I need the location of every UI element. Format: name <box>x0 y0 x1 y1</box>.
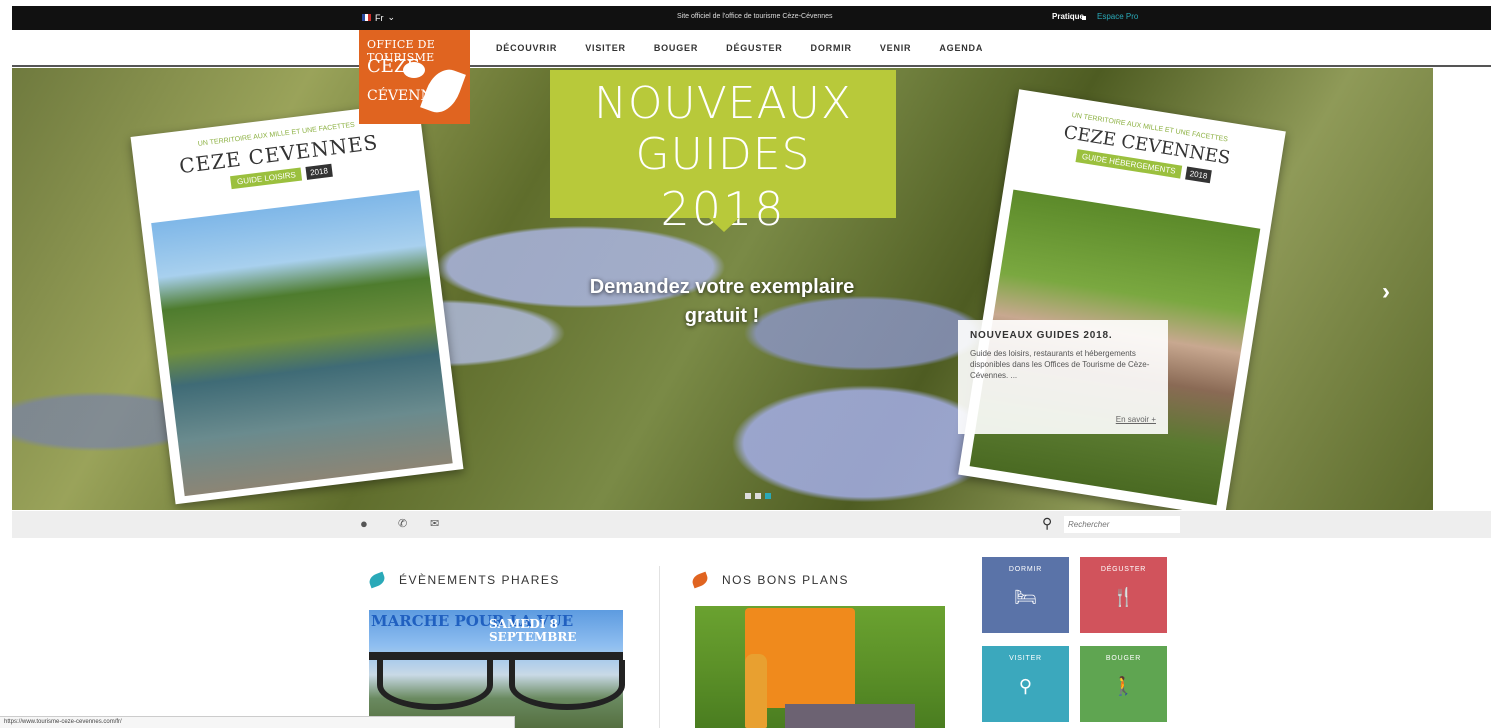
slider-dot-2[interactable] <box>755 493 761 499</box>
guide-right-year: 2018 <box>1184 166 1213 184</box>
tile-visiter-label: VISITER <box>1009 655 1042 662</box>
fish-logo-icon <box>403 62 425 78</box>
glasses-illustration <box>369 652 625 710</box>
teal-leaf-icon <box>367 571 387 589</box>
event-card-date: SAMEDI 8 SEPTEMBRE <box>489 617 577 645</box>
guide-right-header: UN TERRITOIRE AUX MILLE ET UNE FACETTES … <box>1019 105 1274 193</box>
hero-subtitle: Demandez votre exemplaire gratuit ! <box>552 273 892 331</box>
hero-subtitle-line-1: Demandez votre exemplaire <box>589 276 855 298</box>
nav-item-visiter[interactable]: VISITER <box>585 43 626 53</box>
nav-item-venir[interactable]: VENIR <box>880 43 912 53</box>
deals-section-title: NOS BONS PLANS <box>690 571 850 589</box>
pratique-link[interactable]: Pratique <box>1052 12 1084 21</box>
chevron-down-icon: ⌄ <box>387 12 396 22</box>
tile-deguster[interactable]: DÉGUSTER 🍴 <box>1080 557 1167 633</box>
separator-dot <box>1082 16 1086 20</box>
tile-bouger-label: BOUGER <box>1105 655 1142 662</box>
tile-bouger[interactable]: BOUGER 🚶 <box>1080 646 1167 722</box>
language-label: Fr <box>375 12 384 23</box>
nav-item-bouger[interactable]: BOUGER <box>654 43 698 53</box>
guide-left-tag: GUIDE LOISIRS <box>230 167 303 190</box>
nav-item-dormir[interactable]: DORMIR <box>811 43 852 53</box>
site-logo[interactable]: OFFICE DE TOURISME CÈZE CÉVENNES <box>359 30 470 124</box>
status-bar-url: https://www.tourisme-ceze-cevennes.com/f… <box>0 716 515 728</box>
language-selector[interactable]: Fr ⌄ <box>362 12 395 23</box>
top-utility-bar: Fr ⌄ Site officiel de l'office de touris… <box>12 6 1491 30</box>
phone-icon[interactable]: ✆ <box>398 517 407 530</box>
read-more-link[interactable]: En savoir + <box>1116 415 1156 424</box>
nav-item-agenda[interactable]: AGENDA <box>939 43 983 53</box>
mail-icon[interactable]: ✉ <box>430 517 439 530</box>
tile-visiter[interactable]: VISITER ⚲ <box>982 646 1069 722</box>
hero-slider: UN TERRITOIRE AUX MILLE ET UNE FACETTES … <box>12 68 1433 510</box>
cutlery-icon: 🍴 <box>1112 587 1135 607</box>
deals-title-text: NOS BONS PLANS <box>722 573 850 587</box>
cloth-illustration <box>785 704 915 728</box>
guide-loisirs-cover: UN TERRITOIRE AUX MILLE ET UNE FACETTES … <box>130 101 464 505</box>
section-divider <box>659 566 660 728</box>
tile-dormir[interactable]: DORMIR 🛏 <box>982 557 1069 633</box>
caption-title: NOUVEAUX GUIDES 2018. <box>970 330 1113 341</box>
info-icon[interactable]: ● <box>360 516 368 531</box>
caption-description: Guide des loisirs, restaurants et héberg… <box>970 349 1150 380</box>
site-official-text: Site officiel de l'office de tourisme Cè… <box>677 13 833 20</box>
contact-search-bar: ● ✆ ✉ ⚲ <box>12 511 1491 538</box>
slide-caption: NOUVEAUX GUIDES 2018. Guide des loisirs,… <box>958 320 1168 434</box>
banner-pointer <box>709 218 739 232</box>
event-card-image[interactable]: MARCHE POUR LA VUE SAMEDI 8 SEPTEMBRE <box>369 610 625 728</box>
next-slide-arrow-icon[interactable]: › <box>1382 278 1390 306</box>
slider-dot-1[interactable] <box>745 493 751 499</box>
slider-dots <box>745 493 771 499</box>
nav-item-decouvrir[interactable]: DÉCOUVRIR <box>496 43 557 53</box>
slider-dot-3[interactable] <box>765 493 771 499</box>
guide-left-photo <box>151 190 453 497</box>
nav-menu: DÉCOUVRIR VISITER BOUGER DÉGUSTER DORMIR… <box>496 43 1011 53</box>
tile-deguster-label: DÉGUSTER <box>1100 566 1147 573</box>
bottle-illustration <box>745 654 767 728</box>
main-navbar: DÉCOUVRIR VISITER BOUGER DÉGUSTER DORMIR… <box>12 30 1491 67</box>
nav-item-deguster[interactable]: DÉGUSTER <box>726 43 782 53</box>
map-pin-icon: ⚲ <box>1018 676 1033 696</box>
french-flag-icon <box>362 14 371 21</box>
espace-pro-link[interactable]: Espace Pro <box>1097 12 1138 21</box>
tile-dormir-label: DORMIR <box>1008 566 1043 573</box>
guide-left-header: UN TERRITOIRE AUX MILLE ET UNE FACETTES … <box>152 116 407 199</box>
deal-card-image[interactable] <box>695 606 945 728</box>
orange-leaf-icon <box>690 571 710 589</box>
events-title-text: ÉVÈNEMENTS PHARES <box>399 573 560 587</box>
hiker-icon: 🚶 <box>1112 676 1135 696</box>
search-icon[interactable]: ⚲ <box>1042 515 1052 532</box>
search-input[interactable] <box>1064 516 1180 533</box>
hero-title-line-1: NOUVEAUX GUIDES <box>593 78 853 180</box>
hero-subtitle-line-2: gratuit ! <box>684 305 760 327</box>
guide-left-year: 2018 <box>305 163 333 180</box>
leaf-logo-icon <box>420 63 466 119</box>
bed-icon: 🛏 <box>1014 587 1037 607</box>
hero-title-banner: NOUVEAUX GUIDES 2018 <box>550 70 896 236</box>
guide-hebergements-cover: UN TERRITOIRE AUX MILLE ET UNE FACETTES … <box>958 89 1286 510</box>
events-section-title: ÉVÈNEMENTS PHARES <box>367 571 560 589</box>
